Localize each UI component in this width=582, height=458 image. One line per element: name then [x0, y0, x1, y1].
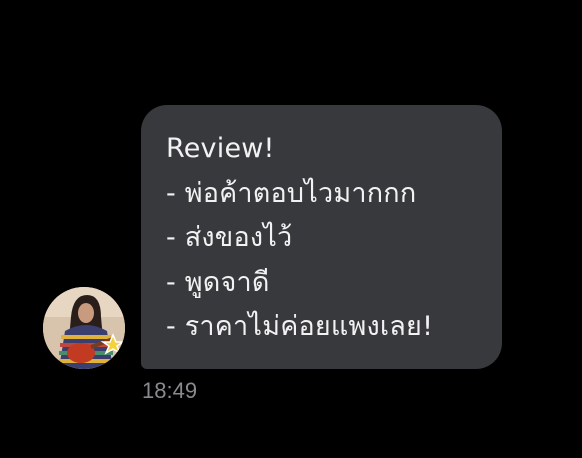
chat-area: Review! - พ่อค้าตอบไวมากกก - ส่งของไว้ -…	[0, 0, 582, 458]
avatar[interactable]	[43, 287, 125, 369]
message-bubble[interactable]: Review! - พ่อค้าตอบไวมากกก - ส่งของไว้ -…	[141, 105, 502, 369]
message-line: - พูดจาดี	[166, 266, 270, 298]
message-line-title: Review!	[166, 133, 275, 164]
message-line: - พ่อค้าตอบไวมากกก	[166, 177, 417, 209]
message-timestamp: 18:49	[142, 378, 198, 403]
message-line: - ส่งของไว้	[166, 222, 293, 253]
avatar-image	[43, 287, 125, 369]
message-line: - ราคาไม่ค่อยแพงเลย!	[166, 311, 434, 342]
